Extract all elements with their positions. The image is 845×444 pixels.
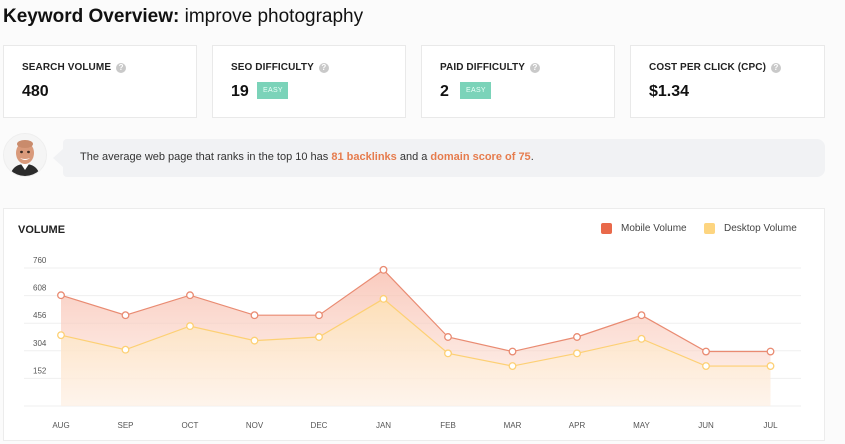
- mobile-point: [57, 291, 65, 300]
- x-tick-label: NOV: [246, 421, 264, 430]
- desktop-point: [444, 349, 452, 358]
- x-tick-label: OCT: [182, 421, 199, 430]
- x-tick-label: JAN: [376, 421, 391, 430]
- help-icon[interactable]: ?: [530, 62, 541, 73]
- x-tick-label: JUL: [763, 421, 778, 430]
- seo-difficulty-card: SEO DIFFICULTY ? 19 EASY: [212, 45, 406, 118]
- mobile-point: [121, 311, 130, 320]
- backlinks-tip: The average web page that ranks in the t…: [53, 139, 825, 177]
- y-tick-label: 304: [33, 339, 47, 348]
- paid-difficulty-label: PAID DIFFICULTY: [440, 62, 526, 73]
- volume-chart-card: VOLUME Mobile Volume Desktop Volume 152 3…: [3, 208, 825, 441]
- y-tick-label: 456: [33, 311, 47, 320]
- x-tick-label: FEB: [440, 421, 456, 430]
- mobile-point: [186, 291, 194, 300]
- desktop-point: [379, 294, 388, 303]
- search-volume-label: SEARCH VOLUME: [22, 62, 112, 73]
- mobile-point: [637, 311, 646, 320]
- cpc-card: COST PER CLICK (CPC) ? $1.34: [630, 45, 825, 118]
- x-tick-label: APR: [569, 421, 586, 430]
- mobile-point: [250, 311, 259, 320]
- mobile-point: [573, 333, 581, 341]
- mobile-point: [766, 347, 775, 356]
- difficulty-badge: EASY: [460, 82, 491, 99]
- tip-domain-score: domain score of 75: [430, 151, 531, 163]
- desktop-point: [573, 349, 581, 358]
- desktop-point: [508, 362, 517, 371]
- help-icon[interactable]: ?: [116, 62, 127, 73]
- x-tick-label: SEP: [117, 421, 133, 430]
- mobile-point: [379, 265, 388, 274]
- desktop-point: [702, 362, 710, 371]
- help-icon[interactable]: ?: [771, 62, 781, 73]
- cpc-label: COST PER CLICK (CPC): [649, 62, 766, 73]
- y-tick-label: 608: [33, 284, 47, 293]
- y-tick-label: 760: [33, 256, 47, 265]
- cpc-value: $1.34: [649, 83, 690, 100]
- tip-text: .: [530, 151, 534, 163]
- desktop-point: [315, 333, 323, 341]
- difficulty-badge: EASY: [257, 82, 288, 99]
- mobile-point: [315, 311, 323, 320]
- y-tick-label: 152: [33, 366, 47, 375]
- seo-difficulty-value: 19: [231, 83, 249, 100]
- volume-chart: 152 304 456 608 760 AUG SEP OCT NOV DEC JAN FEB MAR A…: [24, 256, 801, 430]
- desktop-point: [766, 362, 775, 371]
- tip-text: The average web page that ranks in the t…: [80, 151, 332, 163]
- avatar: [3, 133, 47, 177]
- seo-difficulty-label: SEO DIFFICULTY: [231, 62, 314, 73]
- search-volume-value: 480: [22, 83, 49, 100]
- page-title-keyword: improve photography: [184, 6, 364, 27]
- desktop-point: [250, 336, 259, 345]
- x-tick-label: MAY: [633, 421, 650, 430]
- paid-difficulty-value: 2: [440, 83, 449, 100]
- x-tick-label: JUN: [698, 421, 714, 430]
- mobile-point: [702, 347, 710, 356]
- x-tick-label: MAR: [504, 421, 522, 430]
- page-title-label: Keyword Overview:: [3, 6, 180, 27]
- desktop-point: [57, 331, 65, 340]
- page-title: Keyword Overview: improve photography: [3, 6, 363, 28]
- paid-difficulty-card: PAID DIFFICULTY ? 2 EASY: [421, 45, 615, 118]
- desktop-point: [186, 322, 194, 331]
- desktop-point: [121, 345, 130, 354]
- tip-text: and a: [396, 151, 431, 163]
- x-tick-label: DEC: [311, 421, 328, 430]
- tip-backlinks: 81 backlinks: [331, 151, 397, 163]
- mobile-point: [508, 347, 517, 356]
- search-volume-card: SEARCH VOLUME ? 480: [3, 45, 197, 118]
- mobile-point: [444, 333, 452, 341]
- desktop-point: [637, 334, 646, 343]
- help-icon[interactable]: ?: [318, 62, 329, 73]
- x-tick-label: AUG: [52, 421, 69, 430]
